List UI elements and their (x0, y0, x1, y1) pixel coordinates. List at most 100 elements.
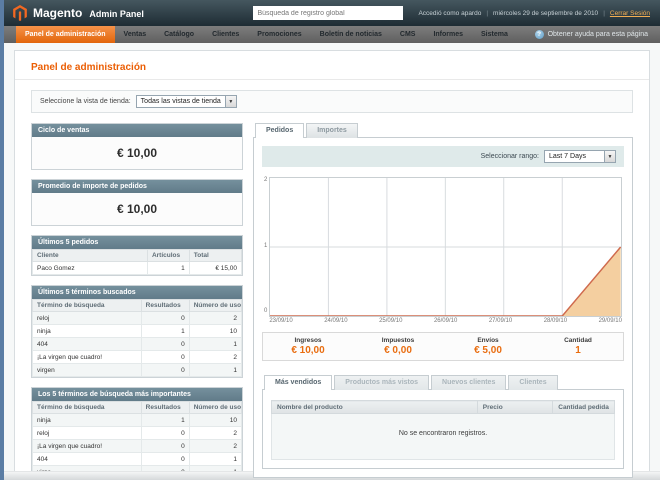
results-cell: 0 (140, 439, 190, 453)
table-header-row: Término de búsqueda Resultados Número de… (32, 299, 243, 312)
last-orders-box: Últimos 5 pedidos Cliente Artículos Tota… (31, 235, 243, 276)
uses-cell: 10 (188, 324, 243, 338)
range-select[interactable]: Last 7 Days ▼ (544, 150, 616, 163)
uses-cell: 10 (188, 413, 243, 427)
last-orders-title: Últimos 5 pedidos (32, 236, 242, 249)
x-tick-label: 24/09/10 (324, 318, 348, 324)
separator (603, 10, 605, 17)
summary-impuestos: Impuestos € 0,00 (381, 337, 415, 356)
results-cell: 0 (140, 426, 190, 440)
tab-importes[interactable]: Importes (306, 123, 358, 138)
nav-item-cms[interactable]: CMS (391, 26, 425, 43)
table-row: 404 0 1 (32, 452, 243, 466)
table-row: ¡La virgen que cuadro! 0 2 (32, 439, 243, 453)
results-cell: 0 (140, 337, 190, 351)
average-orders-value: € 10,00 (32, 193, 242, 225)
dropdown-arrow-icon: ▼ (224, 96, 236, 107)
customer-name-cell: Paco Gomez (32, 261, 148, 275)
logout-link[interactable]: Cerrar Sesión (610, 10, 650, 17)
global-search-input[interactable] (253, 6, 404, 20)
brand-suffix: Admin Panel (89, 9, 144, 19)
range-label: Seleccionar rango: (480, 153, 539, 160)
last-search-terms-table: Término de búsqueda Resultados Número de… (32, 299, 243, 377)
lifetime-sales-title: Ciclo de ventas (32, 124, 242, 137)
results-cell: 1 (140, 413, 190, 427)
top-search-terms-title: Los 5 términos de búsqueda más important… (32, 388, 242, 401)
orders-chart-plot (269, 177, 622, 317)
nav-item-clientes[interactable]: Clientes (203, 26, 248, 43)
range-selector-bar: Seleccionar rango: Last 7 Days ▼ (262, 146, 624, 167)
term-cell: reloj (32, 426, 142, 440)
dropdown-arrow-icon: ▼ (604, 151, 615, 162)
uses-cell: 2 (188, 311, 243, 325)
col-usos: Número de usos (188, 299, 243, 312)
x-tick-label: 27/09/10 (488, 318, 513, 324)
store-view-label: Seleccione la vista de tienda: (40, 98, 131, 105)
orders-chart-panel: Seleccionar rango: Last 7 Days ▼ 2 1 0 23/… (253, 137, 633, 478)
tab-nuevos-clientes: Nuevos clientes (431, 375, 507, 390)
term-cell: ninja (32, 413, 142, 427)
tab-productos-mas-vistos: Productos más vistos (334, 375, 430, 390)
products-tabs: Más vendidos Productos más vistos Nuevos… (262, 375, 624, 391)
logged-in-as-text: Accedió como apardo (418, 9, 482, 17)
col-resultados: Resultados (140, 299, 190, 312)
average-orders-box: Promedio de importe de pedidos € 10,00 (31, 179, 243, 226)
orders-chart-xlabels: 23/09/10 24/09/10 25/09/10 26/09/10 27/09/10… (269, 318, 622, 324)
tab-pedidos[interactable]: Pedidos (255, 123, 305, 139)
tab-clientes: Clientes (508, 375, 558, 390)
tab-mas-vendidos[interactable]: Más vendidos (264, 375, 333, 391)
term-cell: ¡La virgen que cuadro! (32, 350, 142, 364)
results-cell: 0 (140, 311, 190, 325)
col-total: Total (188, 249, 243, 262)
nav-item-sistema[interactable]: Sistema (472, 26, 517, 43)
table-row: reloj 0 2 (32, 311, 243, 325)
magento-admin-screen: Magento Admin Panel Accedió como apardo … (0, 0, 660, 480)
table-row: virgen 0 1 (32, 363, 243, 377)
col-cantidad-pedida: Cantidad pedida (552, 400, 615, 414)
lifetime-sales-box: Ciclo de ventas € 10,00 (31, 123, 243, 170)
x-tick-label: 26/09/10 (433, 318, 458, 324)
dashboard-right-column: Pedidos Importes Seleccionar rango: Last… (253, 123, 633, 478)
brand-name: Magento (33, 6, 83, 20)
nav-item-panel-de-administracion[interactable]: Panel de administración (16, 26, 115, 43)
nav-item-catalogo[interactable]: Catálogo (155, 26, 203, 43)
bestsellers-table: Nombre del producto Precio Cantidad pedi… (271, 400, 615, 460)
get-help-link[interactable]: ? Obtener ayuda para esta página (534, 26, 660, 43)
orders-chart: 2 1 0 23/09/10 24/09/10 25/09/10 26/09/10 27/0… (264, 177, 622, 324)
lifetime-sales-value: € 10,00 (32, 137, 242, 169)
separator (486, 10, 488, 17)
term-cell: 404 (32, 452, 142, 466)
nav-item-informes[interactable]: Informes (424, 26, 472, 43)
dashboard-left-column: Ciclo de ventas € 10,00 Promedio de impo… (31, 123, 243, 480)
last-search-terms-box: Últimos 5 términos buscados Término de b… (31, 285, 243, 378)
top-search-terms-box: Los 5 términos de búsqueda más important… (31, 387, 243, 480)
table-row: ninja 1 10 (32, 324, 243, 338)
term-cell: virgen (32, 363, 142, 377)
col-termino: Término de búsqueda (32, 401, 142, 414)
x-tick-label: 23/09/10 (269, 318, 293, 324)
term-cell: reloj (32, 311, 142, 325)
summary-ingresos: Ingresos € 10,00 (291, 337, 325, 356)
dashboard-content: Panel de administración Seleccione la vi… (14, 50, 650, 480)
top-search-terms-table: Término de búsqueda Resultados Número de… (32, 401, 243, 479)
magento-logo-icon (13, 5, 27, 21)
col-precio: Precio (476, 400, 554, 414)
average-orders-title: Promedio de importe de pedidos (32, 180, 242, 193)
x-tick-label: 28/09/10 (543, 318, 568, 324)
last-search-terms-title: Últimos 5 términos buscados (32, 286, 242, 299)
col-cliente: Cliente (32, 249, 148, 262)
no-records-message: No se encontraron registros. (271, 413, 615, 460)
total-cell: € 15,00 (188, 261, 243, 275)
table-row: Paco Gomez 1 € 15,00 (32, 261, 243, 275)
results-cell: 0 (140, 363, 190, 377)
store-view-select[interactable]: Todas las vistas de tienda ▼ (135, 95, 237, 108)
uses-cell: 2 (188, 426, 243, 440)
uses-cell: 1 (188, 363, 243, 377)
nav-item-ventas[interactable]: Ventas (115, 26, 156, 43)
empty-row: No se encontraron registros. (271, 413, 615, 460)
nav-item-boletin[interactable]: Boletín de noticias (311, 26, 391, 43)
nav-item-promociones[interactable]: Promociones (248, 26, 310, 43)
summary-envios: Envíos € 5,00 (474, 337, 502, 356)
bestsellers-panel: Nombre del producto Precio Cantidad pedi… (262, 389, 624, 469)
x-tick-label: 29/09/10 (598, 318, 622, 324)
